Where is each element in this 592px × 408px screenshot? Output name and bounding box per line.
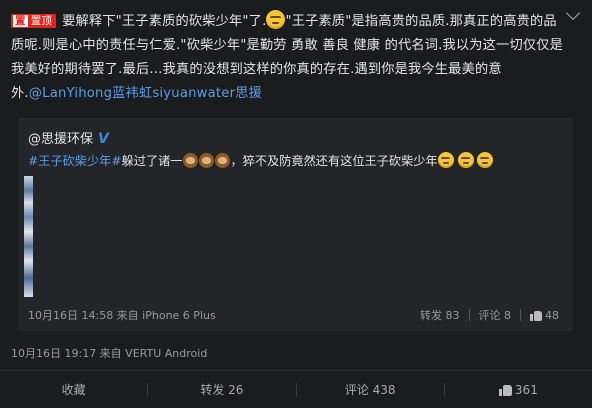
repost-button[interactable]: 转发 26 xyxy=(148,381,295,398)
divider xyxy=(468,309,470,321)
hashtag-link[interactable]: #王子砍柴少年# xyxy=(28,154,122,168)
quoted-comment-button[interactable]: 评论 8 xyxy=(479,307,512,323)
smirk-emoji-icon xyxy=(477,152,494,168)
smirk-emoji-icon xyxy=(457,152,474,168)
smirk-emoji-icon xyxy=(437,152,454,168)
quoted-like-count[interactable]: 48 xyxy=(545,309,559,322)
post-text-part1: 要解释下"王子素质的砍柴少年"了. xyxy=(62,14,267,29)
comment-button[interactable]: 评论 438 xyxy=(297,381,444,398)
favorite-button[interactable]: 收藏 xyxy=(0,381,147,398)
post-body: 置置顶 要解释下"王子素质的砍柴少年"了. "王子素质"是指高贵的品质.那真正的高贵… xyxy=(11,10,563,106)
quoted-author-name[interactable]: @思援环保 xyxy=(28,132,93,147)
pinned-badge: 置置顶 xyxy=(11,14,57,28)
video-thumbnail[interactable] xyxy=(24,176,33,297)
quoted-post[interactable]: @思援环保 V #王子砍柴少年#躲过了诸一 ，猝不及防竟然还有这位王子砍柴少年 10… xyxy=(18,118,573,331)
chevron-down-icon[interactable] xyxy=(565,5,581,21)
quoted-text-part1: 躲过了诸一 xyxy=(121,154,183,168)
quoted-repost-button[interactable]: 转发 83 xyxy=(420,307,460,323)
post-timestamp[interactable]: 10月16日 19:17 来自 VERTU Android xyxy=(11,345,207,361)
quoted-stats: 转发 83 评论 8 48 xyxy=(420,307,559,323)
verified-icon: V xyxy=(98,131,109,147)
quoted-author: @思援环保 V xyxy=(28,128,109,147)
quoted-timestamp[interactable]: 10月16日 14:58 来自 iPhone 6 Plus xyxy=(28,307,216,323)
like-button[interactable]: 361 xyxy=(445,383,592,397)
thumbs-up-icon[interactable] xyxy=(530,309,542,321)
see-no-evil-monkey-icon xyxy=(214,153,230,168)
see-no-evil-monkey-icon xyxy=(182,153,198,168)
action-bar: 收藏 转发 26 评论 438 361 xyxy=(0,371,592,408)
quoted-text: #王子砍柴少年#躲过了诸一 ，猝不及防竟然还有这位王子砍柴少年 xyxy=(28,151,568,171)
thumbs-up-icon xyxy=(498,383,512,396)
see-no-evil-monkey-icon xyxy=(198,153,214,168)
grin-emoji-icon xyxy=(266,10,286,29)
mention-link[interactable]: @LanYihong蓝袆虹siyuanwater思援 xyxy=(29,86,262,101)
quoted-text-part2: ，猝不及防竟然还有这位王子砍柴少年 xyxy=(230,154,438,168)
divider xyxy=(520,309,521,321)
